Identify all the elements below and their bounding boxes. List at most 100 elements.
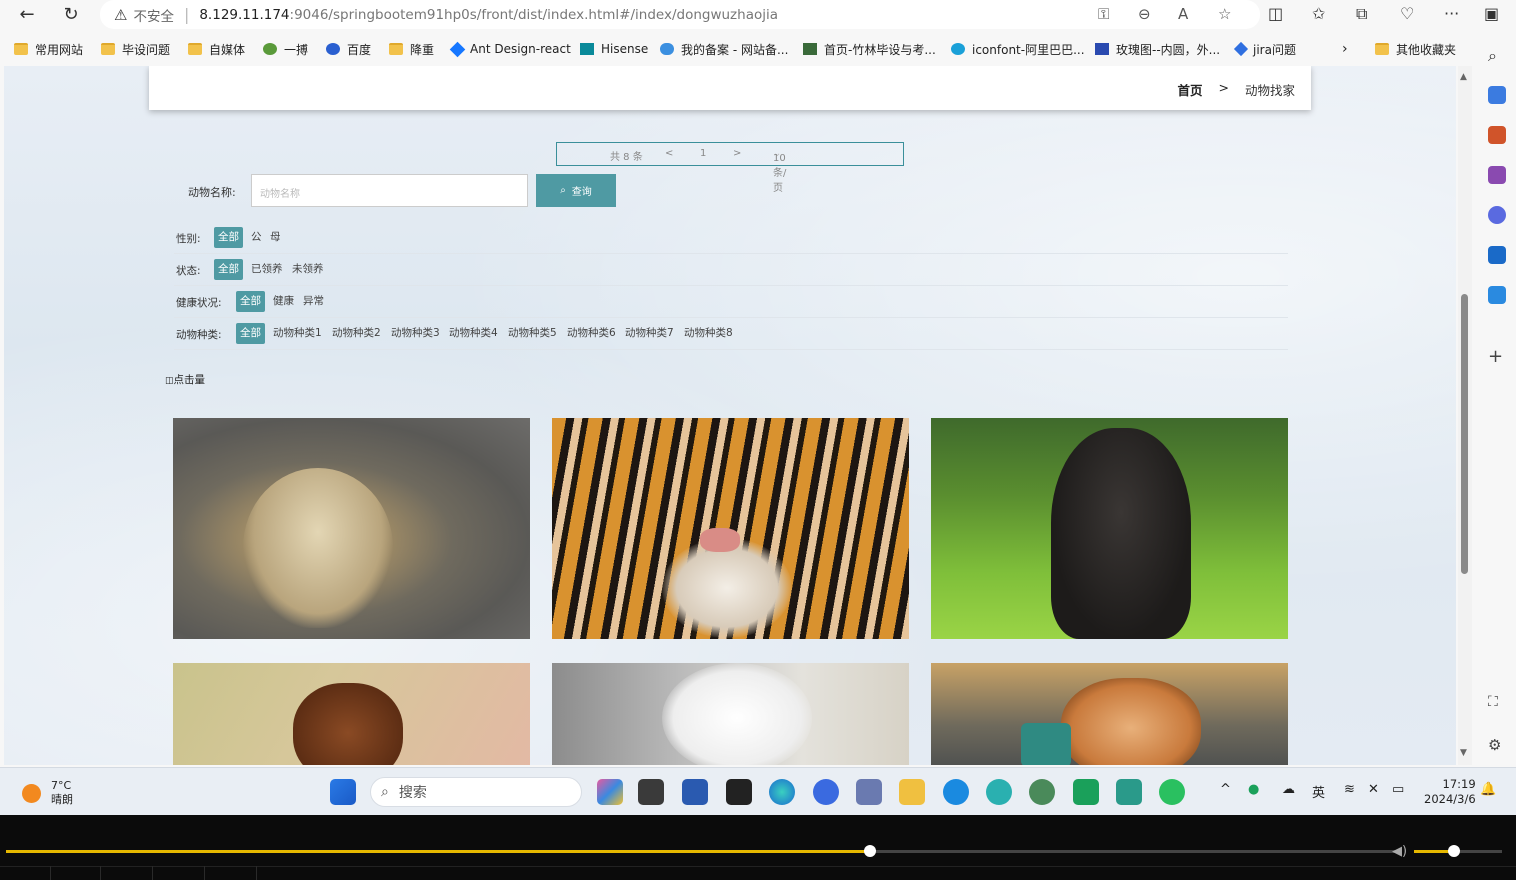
screenshot-icon[interactable]: ⛶ (1488, 694, 1506, 712)
task-view-icon[interactable] (638, 779, 664, 805)
ie-icon[interactable] (943, 779, 969, 805)
bookmark-item[interactable]: 玫瑰图--内圆，外... (1095, 36, 1220, 62)
reload-icon[interactable]: ↻ (58, 1, 84, 27)
battery-icon[interactable]: ▭ (1392, 782, 1404, 797)
volume-muted-icon[interactable]: ✕ (1368, 782, 1379, 797)
filter-chip[interactable]: 健康 (269, 291, 298, 312)
animal-card-shiba[interactable] (931, 663, 1288, 765)
gear-icon[interactable]: ⚙ (1488, 736, 1506, 754)
scroll-thumb[interactable] (1461, 294, 1468, 574)
clock[interactable]: 17:19 2024/3/6 (1424, 777, 1476, 807)
shopping-icon[interactable] (1488, 86, 1506, 104)
filter-chip[interactable]: 未领养 (288, 259, 328, 280)
animal-card-cat[interactable] (931, 418, 1288, 639)
filter-chip-all[interactable]: 全部 (236, 323, 265, 344)
scroll-up-icon[interactable]: ▲ (1460, 72, 1467, 82)
address-bar[interactable]: ⚠ 不安全 | 8.129.11.174:9046/springbootem91… (100, 0, 1260, 29)
filter-chip[interactable]: 动物种类3 (387, 323, 444, 344)
wechat-icon[interactable] (1159, 779, 1185, 805)
tools-icon[interactable] (1488, 126, 1506, 144)
back-icon[interactable]: ← (14, 1, 40, 27)
ime-indicator[interactable]: 英 (1312, 782, 1325, 801)
chevron-right-icon[interactable]: › (1342, 36, 1348, 62)
filter-chip-all[interactable]: 全部 (214, 227, 243, 248)
search-icon[interactable]: ⌕ (1488, 46, 1506, 65)
capcut-icon[interactable] (726, 779, 752, 805)
progress-knob[interactable] (864, 845, 877, 857)
copilot-app-icon[interactable] (597, 779, 623, 805)
bookmark-item[interactable]: 毕设问题 (101, 36, 170, 62)
search-button[interactable]: ⌕ 查询 (536, 174, 616, 207)
volume-icon[interactable]: ◀) (1392, 844, 1407, 859)
animal-card-dachshund[interactable] (173, 663, 530, 765)
filter-chip[interactable]: 公 (247, 227, 266, 248)
animal-card-pomeranian[interactable] (552, 663, 909, 765)
favorite-star-icon[interactable]: ☆ (1218, 5, 1231, 23)
edge-icon[interactable] (769, 779, 795, 805)
url-text[interactable]: 8.129.11.174:9046/springbootem91hp0s/fro… (199, 7, 778, 23)
favorites-icon[interactable]: ✩ (1312, 4, 1325, 23)
wifi-icon[interactable]: ≋ (1344, 782, 1355, 797)
bookmark-item[interactable]: Hisense (580, 36, 648, 62)
search-input[interactable]: 动物名称 (251, 174, 528, 207)
taskbar-search[interactable]: ⌕ 搜索 (370, 777, 582, 807)
app-icon[interactable] (856, 779, 882, 805)
more-menu-icon[interactable]: ··· (1444, 4, 1459, 23)
sort-by-clicks[interactable]: ◫点击量 (165, 372, 205, 387)
send-icon[interactable] (1488, 286, 1506, 304)
outlook-icon[interactable] (1488, 246, 1506, 264)
bookmark-item[interactable]: 一搏 (263, 36, 308, 62)
filter-chip[interactable]: 动物种类2 (328, 323, 385, 344)
weather-widget[interactable]: 7°C 晴朗 (22, 779, 73, 807)
read-aloud-icon[interactable]: A (1178, 5, 1188, 23)
key-icon[interactable]: ⚿ (1098, 5, 1109, 23)
tray-app-icon[interactable]: ● (1248, 782, 1259, 797)
volume-knob[interactable] (1447, 845, 1460, 857)
bookmark-item[interactable]: 百度 (326, 36, 371, 62)
app-icon[interactable] (1073, 779, 1099, 805)
windows-start-icon[interactable] (330, 779, 356, 805)
performance-icon[interactable]: ♡ (1400, 4, 1414, 23)
bookmark-item[interactable]: iconfont-阿里巴巴... (951, 36, 1085, 62)
filter-chip[interactable]: 已领养 (247, 259, 287, 280)
chevron-up-icon[interactable]: ^ (1220, 782, 1231, 797)
add-icon[interactable]: + (1488, 346, 1506, 367)
animal-card-tiger[interactable] (552, 418, 909, 639)
sidebar-toggle-icon[interactable]: ▣ (1484, 4, 1499, 23)
pager-page-number[interactable]: 1 (700, 148, 706, 159)
filter-chip[interactable]: 动物种类6 (563, 323, 620, 344)
pager-size-select[interactable]: 10条/页 ⌄ (773, 148, 786, 194)
store-icon[interactable] (682, 779, 708, 805)
scroll-down-icon[interactable]: ▼ (1460, 748, 1467, 758)
filter-chip-all[interactable]: 全部 (236, 291, 265, 312)
filter-chip[interactable]: 动物种类4 (445, 323, 502, 344)
zoom-icon[interactable]: ⊖ (1138, 5, 1151, 23)
app-icon[interactable] (1029, 779, 1055, 805)
volume-slider[interactable] (1414, 845, 1502, 857)
app-icon[interactable] (986, 779, 1012, 805)
copilot-icon[interactable] (1488, 206, 1506, 224)
filter-chip-all[interactable]: 全部 (214, 259, 243, 280)
app-icon[interactable] (813, 779, 839, 805)
filter-chip[interactable]: 动物种类1 (269, 323, 326, 344)
file-explorer-icon[interactable] (899, 779, 925, 805)
bookmark-item[interactable]: 降重 (389, 36, 434, 62)
pager-prev-button[interactable]: < (665, 148, 673, 159)
onedrive-icon[interactable]: ☁ (1282, 782, 1295, 797)
games-icon[interactable] (1488, 166, 1506, 184)
filter-chip[interactable]: 动物种类5 (504, 323, 561, 344)
bookmark-item[interactable]: 我的备案 - 网站备... (660, 36, 788, 62)
bookmark-item[interactable]: jira问题 (1233, 36, 1296, 62)
bookmark-item[interactable]: 首页-竹林毕设与考... (803, 36, 936, 62)
split-screen-icon[interactable]: ◫ (1268, 4, 1283, 23)
filter-chip[interactable]: 异常 (299, 291, 328, 312)
breadcrumb-home[interactable]: 首页 (1177, 80, 1202, 99)
bookmark-item[interactable]: 自媒体 (188, 36, 245, 62)
animal-card-duckling[interactable] (173, 418, 530, 639)
filter-chip[interactable]: 动物种类8 (680, 323, 737, 344)
playback-progress[interactable] (6, 845, 1400, 857)
filter-chip[interactable]: 动物种类7 (621, 323, 678, 344)
collections-icon[interactable]: ⧉ (1356, 4, 1367, 24)
other-bookmarks[interactable]: 其他收藏夹 (1375, 36, 1456, 62)
pager-next-button[interactable]: > (733, 148, 741, 159)
